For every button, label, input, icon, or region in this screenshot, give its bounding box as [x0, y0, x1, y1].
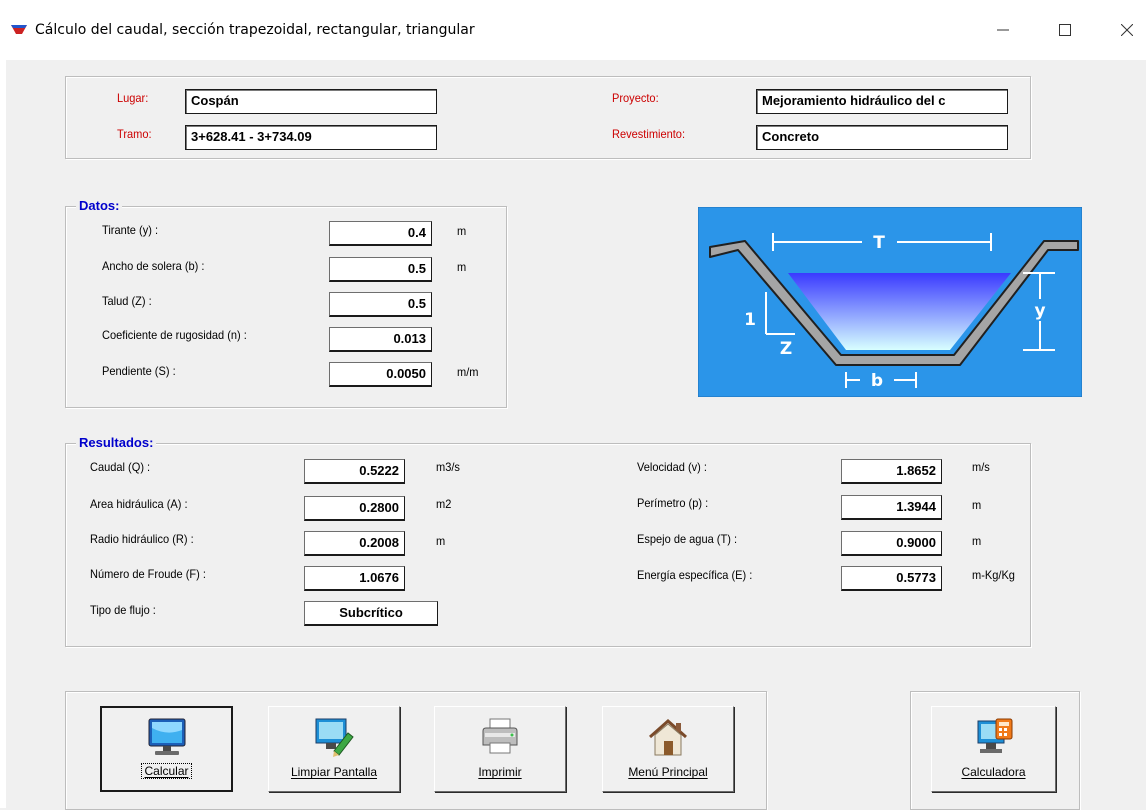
title-bar: Cálculo del caudal, sección trapezoidal,… — [0, 0, 1146, 60]
velocidad-unit: m/s — [972, 460, 990, 474]
radio-label: Radio hidráulico (R) : — [90, 532, 194, 546]
espejo-unit: m — [972, 534, 982, 548]
tipo-flujo-output: Subcrítico — [304, 601, 438, 626]
tramo-label: Tramo: — [117, 127, 152, 141]
ancho-unit: m — [457, 260, 467, 274]
maximize-icon — [1059, 24, 1071, 36]
caudal-output: 0.5222 — [304, 459, 405, 484]
minimize-button[interactable] — [980, 14, 1026, 46]
perimetro-unit: m — [972, 498, 982, 512]
resultados-title: Resultados: — [76, 435, 157, 450]
proyecto-label: Proyecto: — [612, 91, 659, 105]
perimetro-output: 1.3944 — [841, 495, 942, 520]
froude-label: Número de Froude (F) : — [90, 567, 206, 581]
energia-output: 0.5773 — [841, 566, 942, 591]
imprimir-label: Imprimir — [478, 765, 522, 779]
menu-principal-label: Menú Principal — [628, 765, 708, 779]
monitor-icon — [148, 718, 185, 755]
tramo-field[interactable]: 3+628.41 - 3+734.09 — [185, 125, 437, 150]
ancho-label: Ancho de solera (b) : — [102, 259, 205, 273]
calcular-label: Calcular — [141, 763, 192, 779]
tipo-flujo-label: Tipo de flujo : — [90, 603, 156, 617]
calculator-icon — [977, 718, 1012, 753]
velocidad-output: 1.8652 — [841, 459, 942, 484]
imprimir-button[interactable]: Imprimir — [434, 706, 566, 792]
datos-title: Datos: — [76, 198, 123, 213]
calculadora-button[interactable]: Calculadora — [931, 706, 1056, 792]
espejo-output: 0.9000 — [841, 531, 942, 556]
froude-output: 1.0676 — [304, 566, 405, 591]
label-T: T — [873, 233, 885, 253]
velocidad-label: Velocidad (v) : — [637, 460, 707, 474]
close-icon — [1121, 24, 1133, 36]
limpiar-pantalla-label: Limpiar Pantalla — [290, 765, 378, 779]
rugosidad-input[interactable]: 0.013 — [329, 327, 432, 352]
radio-unit: m — [436, 534, 446, 548]
trapezoid-channel-diagram: T y 1 Z b — [698, 207, 1082, 397]
energia-label: Energía específica (E) : — [637, 568, 753, 582]
revestimiento-field[interactable]: Concreto — [756, 125, 1008, 150]
window-title: Cálculo del caudal, sección trapezoidal,… — [35, 22, 475, 38]
close-button[interactable] — [1104, 14, 1146, 46]
tirante-unit: m — [457, 224, 467, 238]
tirante-label: Tirante (y) : — [102, 223, 159, 237]
minimize-icon — [997, 29, 1009, 31]
talud-input[interactable]: 0.5 — [329, 292, 432, 317]
proyecto-field[interactable]: Mejoramiento hidráulico del c — [756, 89, 1008, 114]
area-output: 0.2800 — [304, 496, 405, 521]
talud-label: Talud (Z) : — [102, 294, 152, 308]
area-unit: m2 — [436, 497, 452, 511]
home-icon — [649, 718, 687, 756]
label-Z: Z — [780, 339, 792, 359]
pendiente-input[interactable]: 0.0050 — [329, 362, 432, 387]
ancho-input[interactable]: 0.5 — [329, 257, 432, 282]
clear-screen-icon — [315, 718, 354, 757]
limpiar-pantalla-button[interactable]: Limpiar Pantalla — [268, 706, 400, 792]
caudal-unit: m3/s — [436, 460, 460, 474]
tirante-input[interactable]: 0.4 — [329, 221, 432, 246]
rugosidad-label: Coeficiente de rugosidad (n) : — [102, 328, 247, 342]
menu-principal-button[interactable]: Menú Principal — [602, 706, 734, 792]
label-b: b — [871, 371, 883, 391]
printer-icon — [482, 718, 518, 754]
lugar-field[interactable]: Cospán — [185, 89, 437, 114]
calcular-button[interactable]: Calcular — [100, 706, 233, 792]
perimetro-label: Perímetro (p) : — [637, 496, 709, 510]
lugar-label: Lugar: — [117, 91, 149, 105]
area-label: Area hidráulica (A) : — [90, 497, 188, 511]
energia-unit: m-Kg/Kg — [972, 568, 1015, 582]
caudal-label: Caudal (Q) : — [90, 460, 151, 474]
window-border — [0, 60, 6, 808]
calculadora-label: Calculadora — [961, 765, 1026, 779]
app-icon — [11, 25, 27, 34]
label-y: y — [1034, 301, 1045, 321]
label-1: 1 — [744, 310, 756, 330]
espejo-label: Espejo de agua (T) : — [637, 532, 738, 546]
maximize-button[interactable] — [1042, 14, 1088, 46]
radio-output: 0.2008 — [304, 531, 405, 556]
pendiente-label: Pendiente (S) : — [102, 364, 176, 378]
revestimiento-label: Revestimiento: — [612, 127, 686, 141]
pendiente-unit: m/m — [457, 365, 479, 379]
